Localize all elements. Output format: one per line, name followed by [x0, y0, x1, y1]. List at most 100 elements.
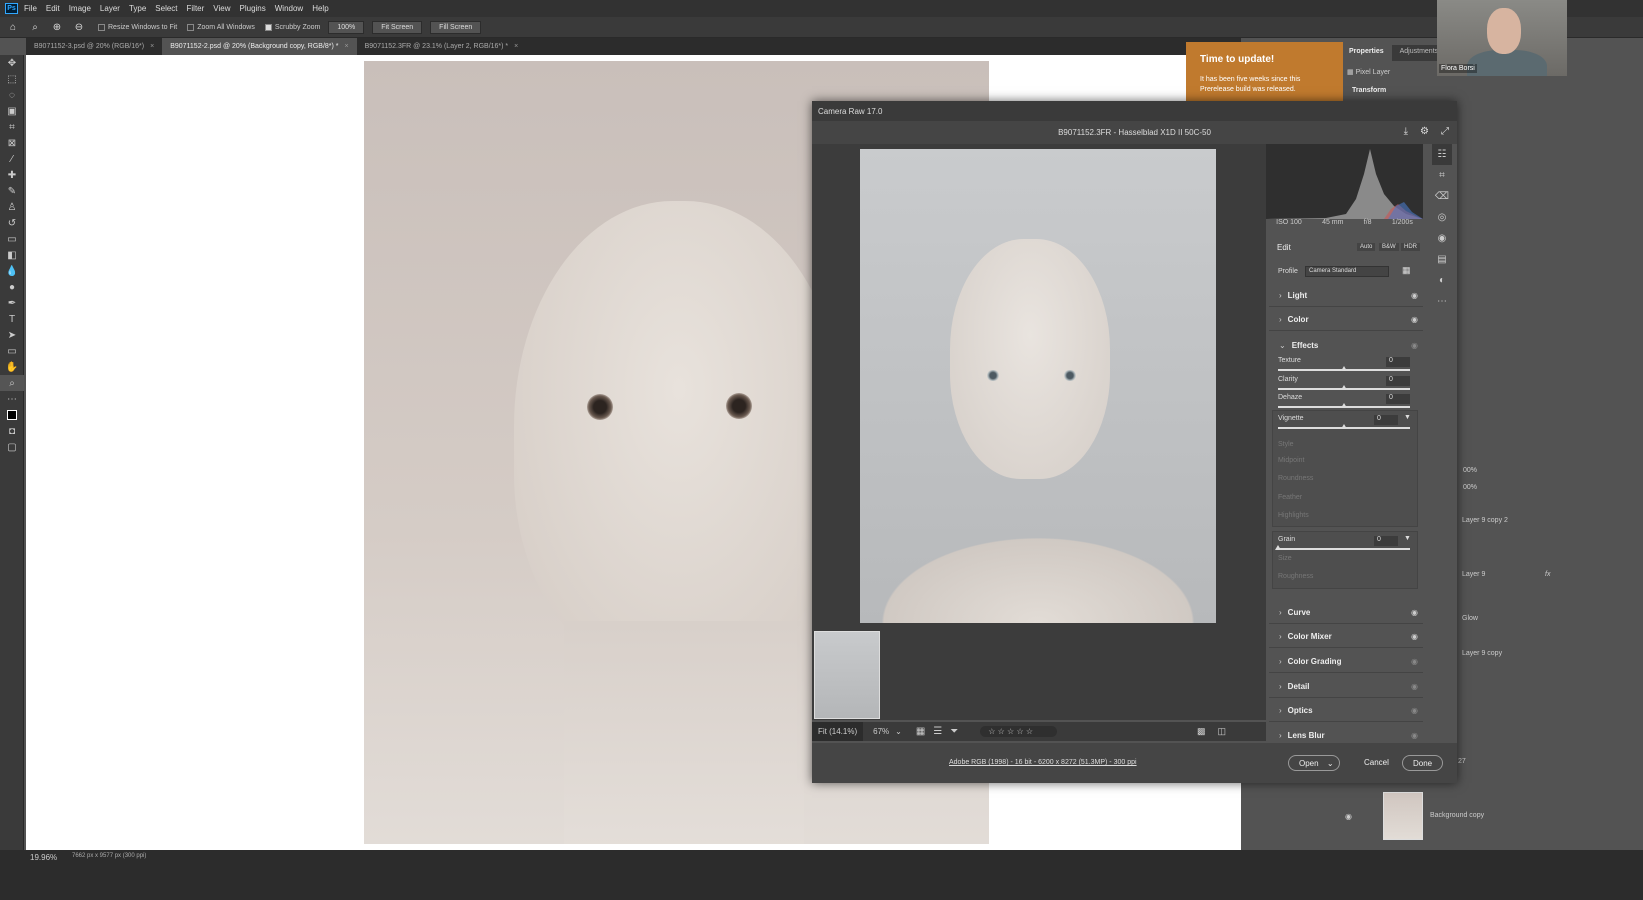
close-icon[interactable]: ×	[150, 43, 154, 50]
menu-file[interactable]: File	[24, 4, 37, 13]
zoom-all-windows-checkbox[interactable]: Zoom All Windows	[187, 23, 255, 31]
zoom-tool-icon[interactable]: ⌕	[26, 19, 44, 35]
layer-fx-icon[interactable]: fx	[1545, 571, 1550, 578]
hdr-button[interactable]: HDR	[1401, 243, 1420, 251]
presets-icon[interactable]: ◐	[1432, 270, 1452, 291]
settings-gear-icon[interactable]: ⚙	[1420, 126, 1429, 137]
menu-image[interactable]: Image	[69, 4, 91, 13]
blur-tool-icon[interactable]: 💧	[0, 263, 24, 279]
menu-window[interactable]: Window	[275, 4, 303, 13]
sort-icon[interactable]: ☰	[933, 726, 942, 737]
frame-tool-icon[interactable]: ⊠	[0, 135, 24, 151]
vignette-slider[interactable]: Vignette 0 ▼	[1278, 414, 1411, 429]
edit-sliders-icon[interactable]: ☷	[1432, 144, 1452, 165]
auto-button[interactable]: Auto	[1357, 243, 1376, 251]
crop-tool-icon[interactable]: ⌗	[0, 119, 24, 135]
tab-properties[interactable]: Properties	[1341, 45, 1392, 61]
brush-tool-icon[interactable]: ✎	[0, 183, 24, 199]
close-icon[interactable]: ×	[514, 43, 518, 50]
zoom-dropdown[interactable]: 67%	[873, 727, 889, 736]
layer-item[interactable]: Glow	[1462, 615, 1478, 622]
document-tab[interactable]: B9071152.3FR @ 23.1% (Layer 2, RGB/16*) …	[357, 38, 527, 55]
menu-select[interactable]: Select	[155, 4, 177, 13]
layer-fill[interactable]: 00%	[1463, 484, 1477, 491]
menu-plugins[interactable]: Plugins	[240, 4, 266, 13]
screen-mode-icon[interactable]: ▢	[0, 439, 24, 455]
more-tools-icon[interactable]: ⋯	[0, 391, 24, 407]
filmstrip-icon[interactable]: ▦	[916, 726, 925, 737]
menu-layer[interactable]: Layer	[100, 4, 120, 13]
fill-screen-button[interactable]: Fill Screen	[430, 20, 482, 34]
stamp-tool-icon[interactable]: ♙	[0, 199, 24, 215]
clarity-slider[interactable]: Clarity 0	[1278, 376, 1410, 390]
zoom-level[interactable]: 19.96%	[30, 853, 57, 862]
chevron-down-icon[interactable]: ⌄	[895, 727, 902, 736]
zoom-in-icon[interactable]: ⊕	[48, 19, 66, 35]
bw-button[interactable]: B&W	[1379, 243, 1399, 251]
lasso-tool-icon[interactable]: ◌	[0, 87, 24, 103]
shape-tool-icon[interactable]: ▭	[0, 343, 24, 359]
image-preview[interactable]	[812, 144, 1266, 720]
dehaze-slider[interactable]: Dehaze 0	[1278, 394, 1410, 408]
section-color-grading[interactable]: › Color Grading ◉	[1269, 651, 1423, 673]
menu-filter[interactable]: Filter	[187, 4, 205, 13]
scrubby-zoom-checkbox[interactable]: Scrubby Zoom	[264, 23, 320, 31]
menu-view[interactable]: View	[213, 4, 230, 13]
section-optics[interactable]: › Optics ◉	[1269, 700, 1423, 722]
section-curve[interactable]: › Curve ◉	[1269, 602, 1423, 624]
section-detail[interactable]: › Detail ◉	[1269, 676, 1423, 698]
zoom-out-icon[interactable]: ⊖	[70, 19, 88, 35]
crop-icon[interactable]: ⌗	[1432, 165, 1452, 186]
fullscreen-icon[interactable]: ⤢	[1441, 126, 1449, 137]
layer-item[interactable]: Layer 9 copy	[1462, 650, 1502, 657]
move-tool-icon[interactable]: ✥	[0, 55, 24, 71]
red-eye-icon[interactable]: ◉	[1432, 228, 1452, 249]
section-color-mixer[interactable]: › Color Mixer ◉	[1269, 626, 1423, 648]
view-mode-icon[interactable]: ▩	[1197, 726, 1206, 737]
fit-screen-button[interactable]: Fit Screen	[372, 20, 423, 34]
visibility-eye-icon[interactable]: ◉	[1345, 812, 1352, 821]
filter-icon[interactable]: ⏷	[950, 726, 958, 737]
menu-help[interactable]: Help	[312, 4, 328, 13]
history-brush-icon[interactable]: ↺	[0, 215, 24, 231]
pen-tool-icon[interactable]: ✒	[0, 295, 24, 311]
section-color[interactable]: › Color ◉	[1269, 309, 1423, 331]
cancel-button[interactable]: Cancel	[1354, 755, 1399, 771]
masking-icon[interactable]: ◎	[1432, 207, 1452, 228]
eraser-tool-icon[interactable]: ▭	[0, 231, 24, 247]
profile-browser-icon[interactable]: ▦	[1402, 265, 1411, 276]
grain-slider[interactable]: Grain 0 ▼	[1275, 535, 1411, 550]
menu-type[interactable]: Type	[129, 4, 146, 13]
healing-tool-icon[interactable]: ✚	[0, 167, 24, 183]
close-icon[interactable]: ×	[345, 43, 349, 50]
layer-item[interactable]: Layer 9	[1462, 571, 1485, 578]
dodge-tool-icon[interactable]: ●	[0, 279, 24, 295]
snapshots-icon[interactable]: ▤	[1432, 249, 1452, 270]
layer-item-selected[interactable]: Background copy	[1430, 812, 1484, 819]
workflow-options-link[interactable]: Adobe RGB (1998) - 16 bit - 6200 x 8272 …	[949, 759, 1137, 766]
fit-zoom-button[interactable]: Fit (14.1%)	[812, 722, 864, 741]
home-icon[interactable]: ⌂	[4, 19, 22, 35]
document-tab[interactable]: B9071152-3.psd @ 20% (RGB/16*) ×	[26, 38, 162, 55]
zoom-100-button[interactable]: 100%	[328, 20, 365, 34]
remove-icon[interactable]: ⌫	[1432, 186, 1452, 207]
layer-opacity[interactable]: 00%	[1463, 467, 1477, 474]
zoom-tool-icon[interactable]: ⌕	[0, 375, 24, 391]
section-effects[interactable]: ⌄ Effects ◉	[1269, 334, 1423, 356]
quick-mask-icon[interactable]: ◘	[0, 423, 24, 439]
filmstrip-thumbnail[interactable]	[814, 631, 880, 719]
before-after-icon[interactable]: ◫	[1218, 726, 1227, 737]
document-tab-active[interactable]: B9071152-2.psd @ 20% (Background copy, R…	[162, 38, 357, 55]
star-rating[interactable]: ☆ ☆ ☆ ☆ ☆	[980, 726, 1058, 737]
more-icon[interactable]: ⋯	[1432, 291, 1452, 312]
layer-item[interactable]: Layer 9 copy 2	[1462, 517, 1508, 524]
update-notification[interactable]: Time to update! It has been five weeks s…	[1186, 42, 1343, 102]
section-light[interactable]: › Light ◉	[1269, 285, 1423, 307]
hand-tool-icon[interactable]: ✋	[0, 359, 24, 375]
eyedropper-tool-icon[interactable]: ⁄	[0, 151, 24, 167]
marquee-tool-icon[interactable]: ⬚	[0, 71, 24, 87]
resize-windows-checkbox[interactable]: Resize Windows to Fit	[98, 23, 177, 31]
object-select-tool-icon[interactable]: ▣	[0, 103, 24, 119]
open-button[interactable]: Open ⌄	[1288, 755, 1340, 771]
save-icon[interactable]: ⤓	[1404, 126, 1408, 137]
